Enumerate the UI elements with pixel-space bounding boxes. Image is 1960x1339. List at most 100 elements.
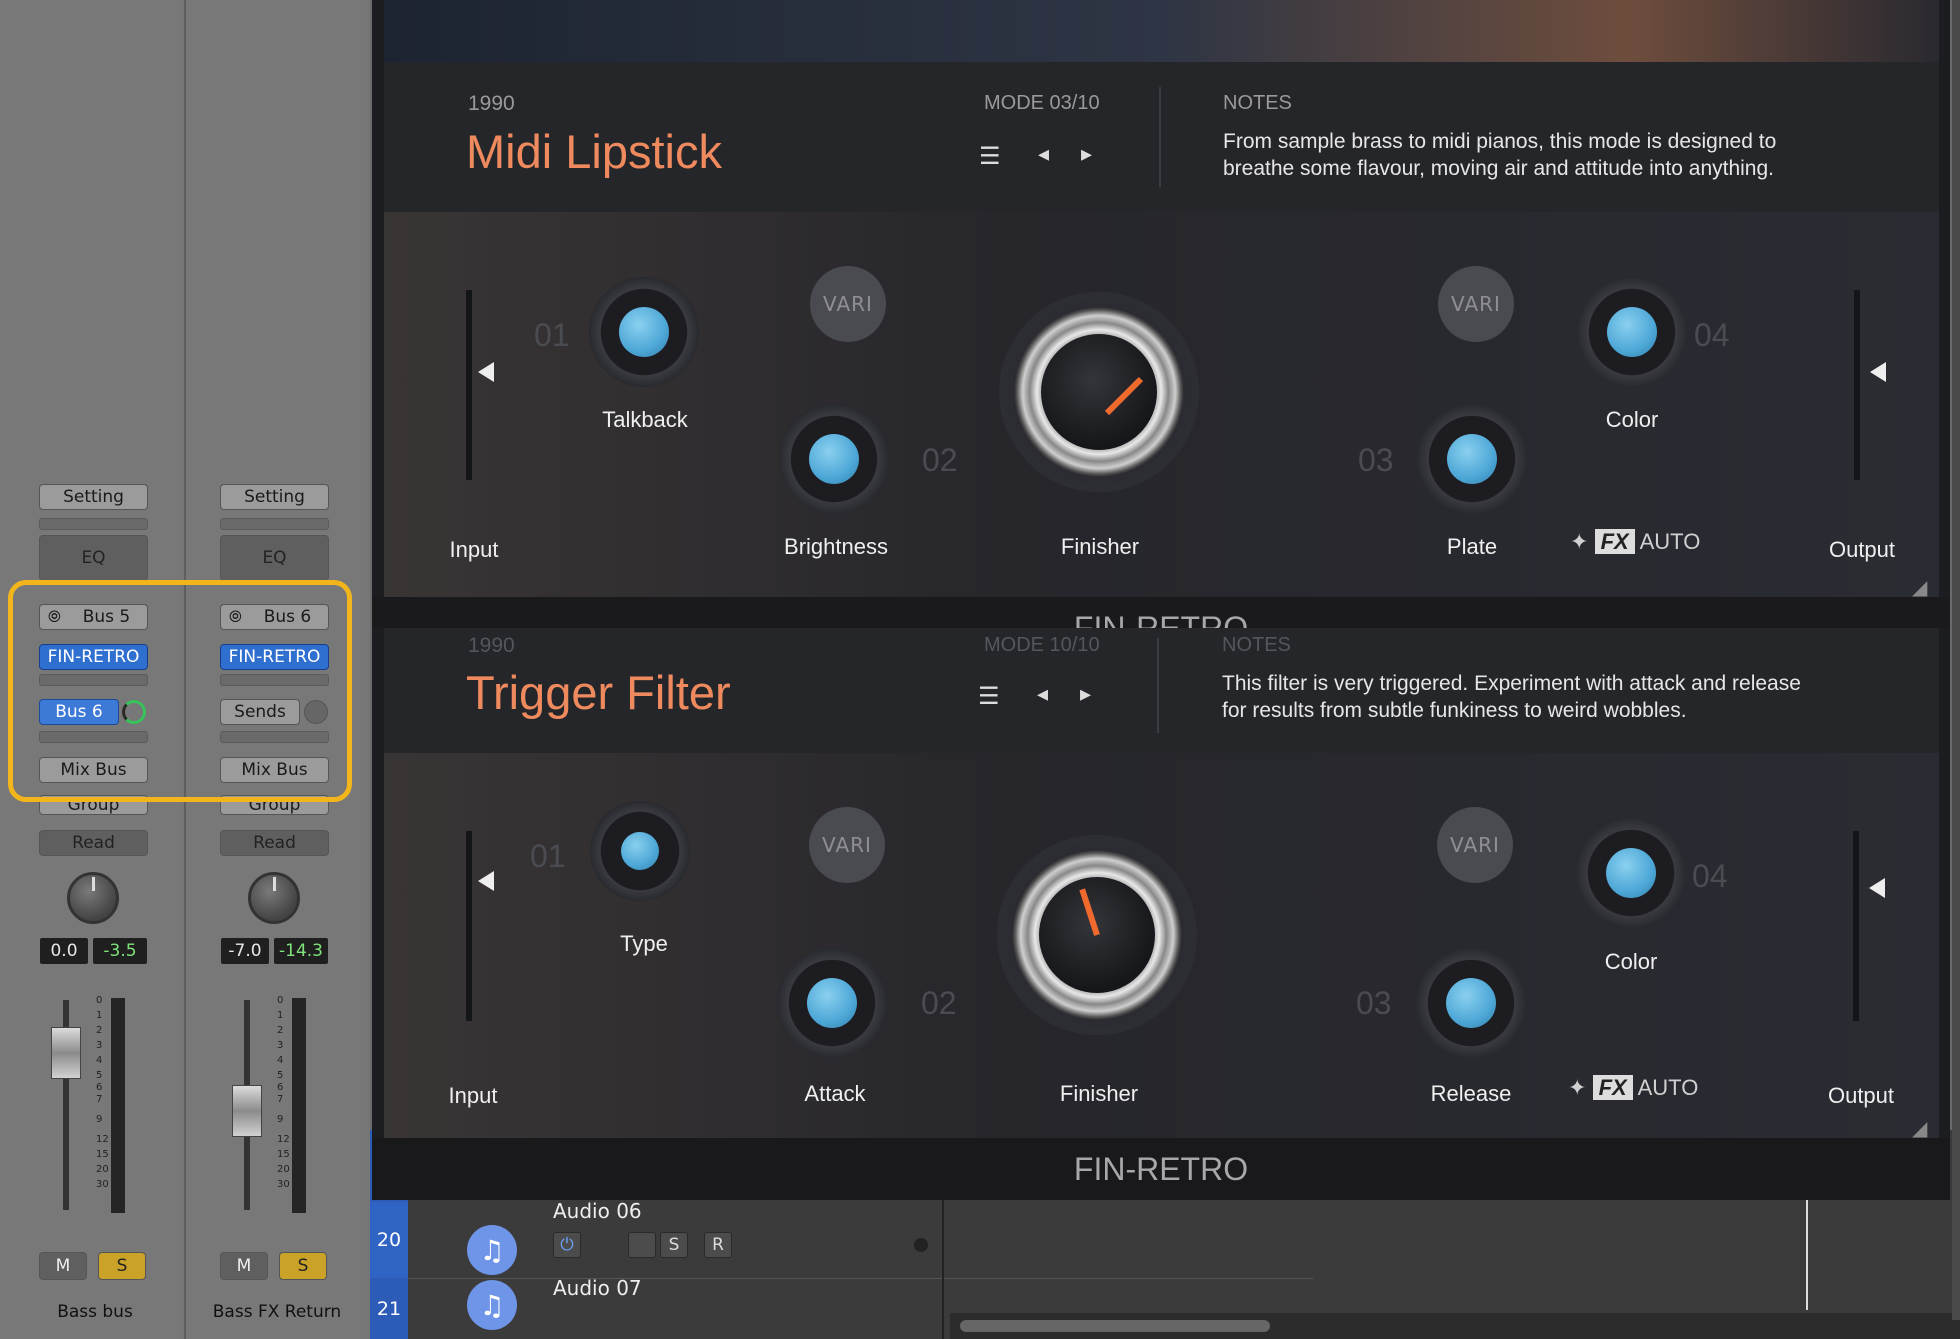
preset-header: 1990 Midi Lipstick MODE 03/10 ☰ ◂ ▸ NOTE… xyxy=(384,62,1939,212)
sparkle-icon: ✦ xyxy=(1570,529,1589,554)
slot-number: 02 xyxy=(922,442,958,478)
previous-preset-icon[interactable]: ◂ xyxy=(1038,142,1049,167)
control-panel: Input 01 Type VARI 02 Attack Finisher VA… xyxy=(384,753,1939,1138)
color-label: Color xyxy=(1604,949,1658,974)
preset-year: 1990 xyxy=(468,92,515,115)
setting-button[interactable]: Setting xyxy=(39,484,148,510)
solo-button[interactable]: S xyxy=(660,1232,688,1258)
release-knob[interactable] xyxy=(1416,948,1526,1058)
eq-button[interactable]: EQ xyxy=(220,535,329,581)
plate-knob[interactable] xyxy=(1417,404,1527,514)
audio-track-icon: ♫ xyxy=(467,1280,517,1330)
track-name[interactable]: Audio 06 xyxy=(553,1199,642,1223)
automation-mode[interactable]: Read xyxy=(220,830,329,856)
next-preset-icon[interactable]: ▸ xyxy=(1080,682,1091,707)
preset-header: 1990 Trigger Filter MODE 10/10 ☰ ◂ ▸ NOT… xyxy=(384,628,1939,753)
notes-heading: NOTES xyxy=(1223,92,1292,114)
volume-readout[interactable]: 0.0 xyxy=(40,938,88,964)
volume-fader[interactable] xyxy=(232,1085,262,1137)
slot-number: 03 xyxy=(1358,442,1394,478)
input-slider-track[interactable] xyxy=(466,831,472,1021)
output-slider-track[interactable] xyxy=(1854,290,1860,480)
finisher-knob[interactable] xyxy=(997,835,1197,1035)
type-knob[interactable] xyxy=(590,801,690,901)
output-label: Output xyxy=(1827,1083,1895,1108)
level-meter xyxy=(292,998,306,1213)
control-panel: Input 01 Talkback VARI 02 Brightness Fin… xyxy=(384,212,1939,597)
talkback-label: Talkback xyxy=(602,407,688,432)
slot-number: 01 xyxy=(534,317,570,353)
pan-knob[interactable] xyxy=(67,872,119,924)
solo-button[interactable]: S xyxy=(279,1252,327,1280)
setting-button[interactable]: Setting xyxy=(220,484,329,510)
output-slider-track[interactable] xyxy=(1853,831,1859,1021)
plugin-footer: FIN-RETRO xyxy=(372,1138,1950,1200)
input-pointer-icon[interactable] xyxy=(478,362,494,382)
power-icon[interactable]: ⏻ xyxy=(553,1232,581,1258)
slot-number: 03 xyxy=(1356,985,1392,1021)
vari-button[interactable]: VARI xyxy=(1438,266,1514,342)
volume-readout[interactable]: -7.0 xyxy=(221,938,269,964)
input-monitor-button[interactable] xyxy=(628,1232,656,1258)
mute-button[interactable]: M xyxy=(39,1252,87,1280)
attack-label: Attack xyxy=(804,1081,866,1106)
slot-number: 01 xyxy=(530,838,566,874)
slot-number: 04 xyxy=(1694,317,1730,353)
resize-handle-icon[interactable]: ◢ xyxy=(1912,1116,1927,1140)
sparkle-icon: ✦ xyxy=(1568,1075,1587,1100)
fx-auto-button[interactable]: ✦ FX AUTO xyxy=(1570,529,1700,555)
eq-button[interactable]: EQ xyxy=(39,535,148,581)
preset-title: Midi Lipstick xyxy=(466,125,722,178)
pan-knob[interactable] xyxy=(248,872,300,924)
next-preset-icon[interactable]: ▸ xyxy=(1081,142,1092,167)
release-label: Release xyxy=(1430,1081,1512,1106)
channel-name[interactable]: Bass bus xyxy=(20,1302,170,1322)
preset-year: 1990 xyxy=(468,634,515,657)
brightness-knob[interactable] xyxy=(779,404,889,514)
meter-scale: 0 1 2 3 4 5 6 7 9 12 15 20 30 xyxy=(96,995,109,1190)
mute-button[interactable]: M xyxy=(220,1252,268,1280)
gain-slot[interactable] xyxy=(39,518,148,530)
track-number: 21 xyxy=(370,1278,408,1339)
level-meter xyxy=(111,998,125,1213)
highlight-box xyxy=(8,580,352,802)
peak-readout: -14.3 xyxy=(274,938,328,964)
input-pointer-icon[interactable] xyxy=(478,871,494,891)
track-name[interactable]: Audio 07 xyxy=(553,1276,642,1300)
fx-auto-button[interactable]: ✦ FX AUTO xyxy=(1568,1075,1698,1101)
meter-scale: 0 1 2 3 4 5 6 7 9 12 15 20 30 xyxy=(277,995,290,1190)
preset-title: Trigger Filter xyxy=(466,666,731,719)
plate-label: Plate xyxy=(1446,534,1498,559)
color-knob[interactable] xyxy=(1577,277,1687,387)
finisher-knob[interactable] xyxy=(999,292,1199,492)
volume-fader[interactable] xyxy=(51,1027,81,1079)
finisher-label: Finisher xyxy=(1059,1081,1139,1106)
vari-button[interactable]: VARI xyxy=(809,807,885,883)
gain-slot[interactable] xyxy=(220,518,329,530)
preset-browser-icon[interactable]: ☰ xyxy=(979,142,1013,172)
horizontal-scrollbar[interactable] xyxy=(950,1313,1960,1339)
output-pointer-icon[interactable] xyxy=(1870,362,1886,382)
automation-mode[interactable]: Read xyxy=(39,830,148,856)
previous-preset-icon[interactable]: ◂ xyxy=(1037,682,1048,707)
talkback-knob[interactable] xyxy=(589,277,699,387)
preset-browser-icon[interactable]: ☰ xyxy=(978,682,1012,712)
input-slider-track[interactable] xyxy=(466,290,472,480)
scrollbar-thumb[interactable] xyxy=(960,1320,1270,1332)
vari-button[interactable]: VARI xyxy=(1437,807,1513,883)
record-button[interactable]: R xyxy=(704,1232,732,1258)
color-knob[interactable] xyxy=(1576,818,1686,928)
output-pointer-icon[interactable] xyxy=(1869,878,1885,898)
mode-counter: MODE 10/10 xyxy=(984,634,1100,656)
solo-button[interactable]: S xyxy=(98,1252,146,1280)
vari-button[interactable]: VARI xyxy=(810,266,886,342)
attack-knob[interactable] xyxy=(777,948,887,1058)
channel-name[interactable]: Bass FX Return xyxy=(192,1302,362,1322)
slot-number: 02 xyxy=(921,985,957,1021)
right-edge-panel xyxy=(1952,0,1960,1320)
type-label: Type xyxy=(620,931,668,956)
resize-handle-icon[interactable]: ◢ xyxy=(1912,575,1927,599)
peak-readout: -3.5 xyxy=(93,938,147,964)
row-divider xyxy=(408,1278,1313,1279)
track-dot xyxy=(914,1238,928,1252)
